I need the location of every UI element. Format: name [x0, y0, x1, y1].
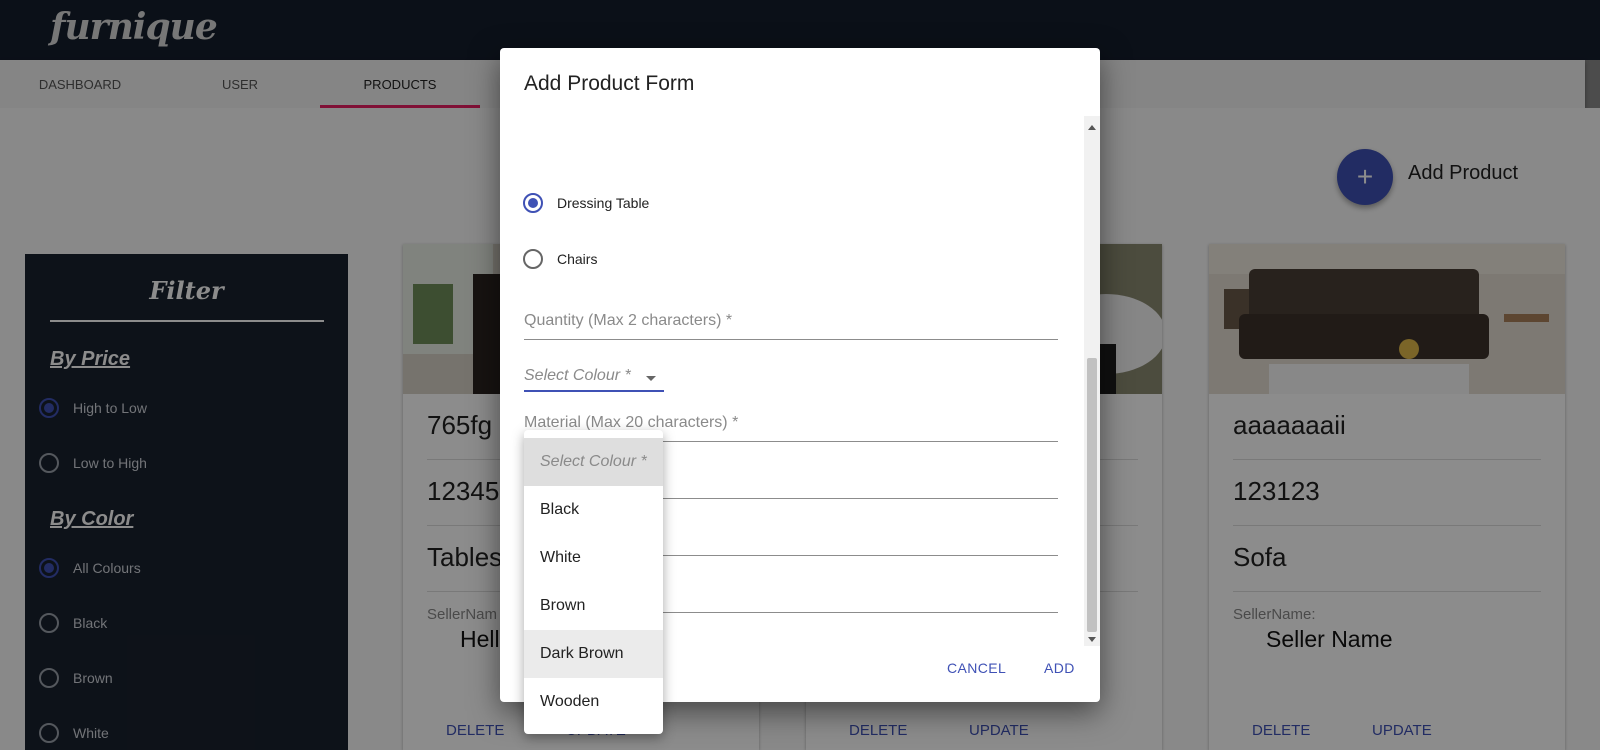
- add-button[interactable]: ADD: [1044, 660, 1075, 676]
- dialog-scrollbar[interactable]: [1084, 116, 1100, 646]
- category-option-chairs[interactable]: Chairs: [523, 247, 597, 271]
- colour-option-wooden[interactable]: Wooden: [524, 678, 663, 726]
- caret-down-icon: [646, 376, 656, 381]
- quantity-field[interactable]: Quantity (Max 2 characters) *: [524, 312, 1058, 340]
- radio-unchecked-icon: [523, 249, 543, 269]
- radio-checked-icon: [523, 193, 543, 213]
- colour-select-label: Select Colour *: [524, 367, 631, 384]
- scroll-up-arrow-icon[interactable]: [1084, 120, 1100, 130]
- quantity-label: Quantity (Max 2 characters) *: [524, 312, 733, 329]
- colour-dropdown-menu: Select Colour * Black White Brown Dark B…: [524, 430, 663, 734]
- category-option-dressing-table[interactable]: Dressing Table: [523, 191, 649, 215]
- colour-option-placeholder[interactable]: Select Colour *: [524, 438, 663, 486]
- scrollbar-thumb[interactable]: [1087, 358, 1097, 632]
- colour-option-black[interactable]: Black: [524, 486, 663, 534]
- colour-option-dark-brown[interactable]: Dark Brown: [524, 630, 663, 678]
- colour-option-white[interactable]: White: [524, 534, 663, 582]
- colour-option-brown[interactable]: Brown: [524, 582, 663, 630]
- colour-select[interactable]: Select Colour *: [524, 366, 664, 392]
- cancel-button[interactable]: CANCEL: [947, 660, 1006, 676]
- scroll-down-arrow-icon[interactable]: [1084, 632, 1100, 642]
- dialog-title: Add Product Form: [524, 72, 695, 95]
